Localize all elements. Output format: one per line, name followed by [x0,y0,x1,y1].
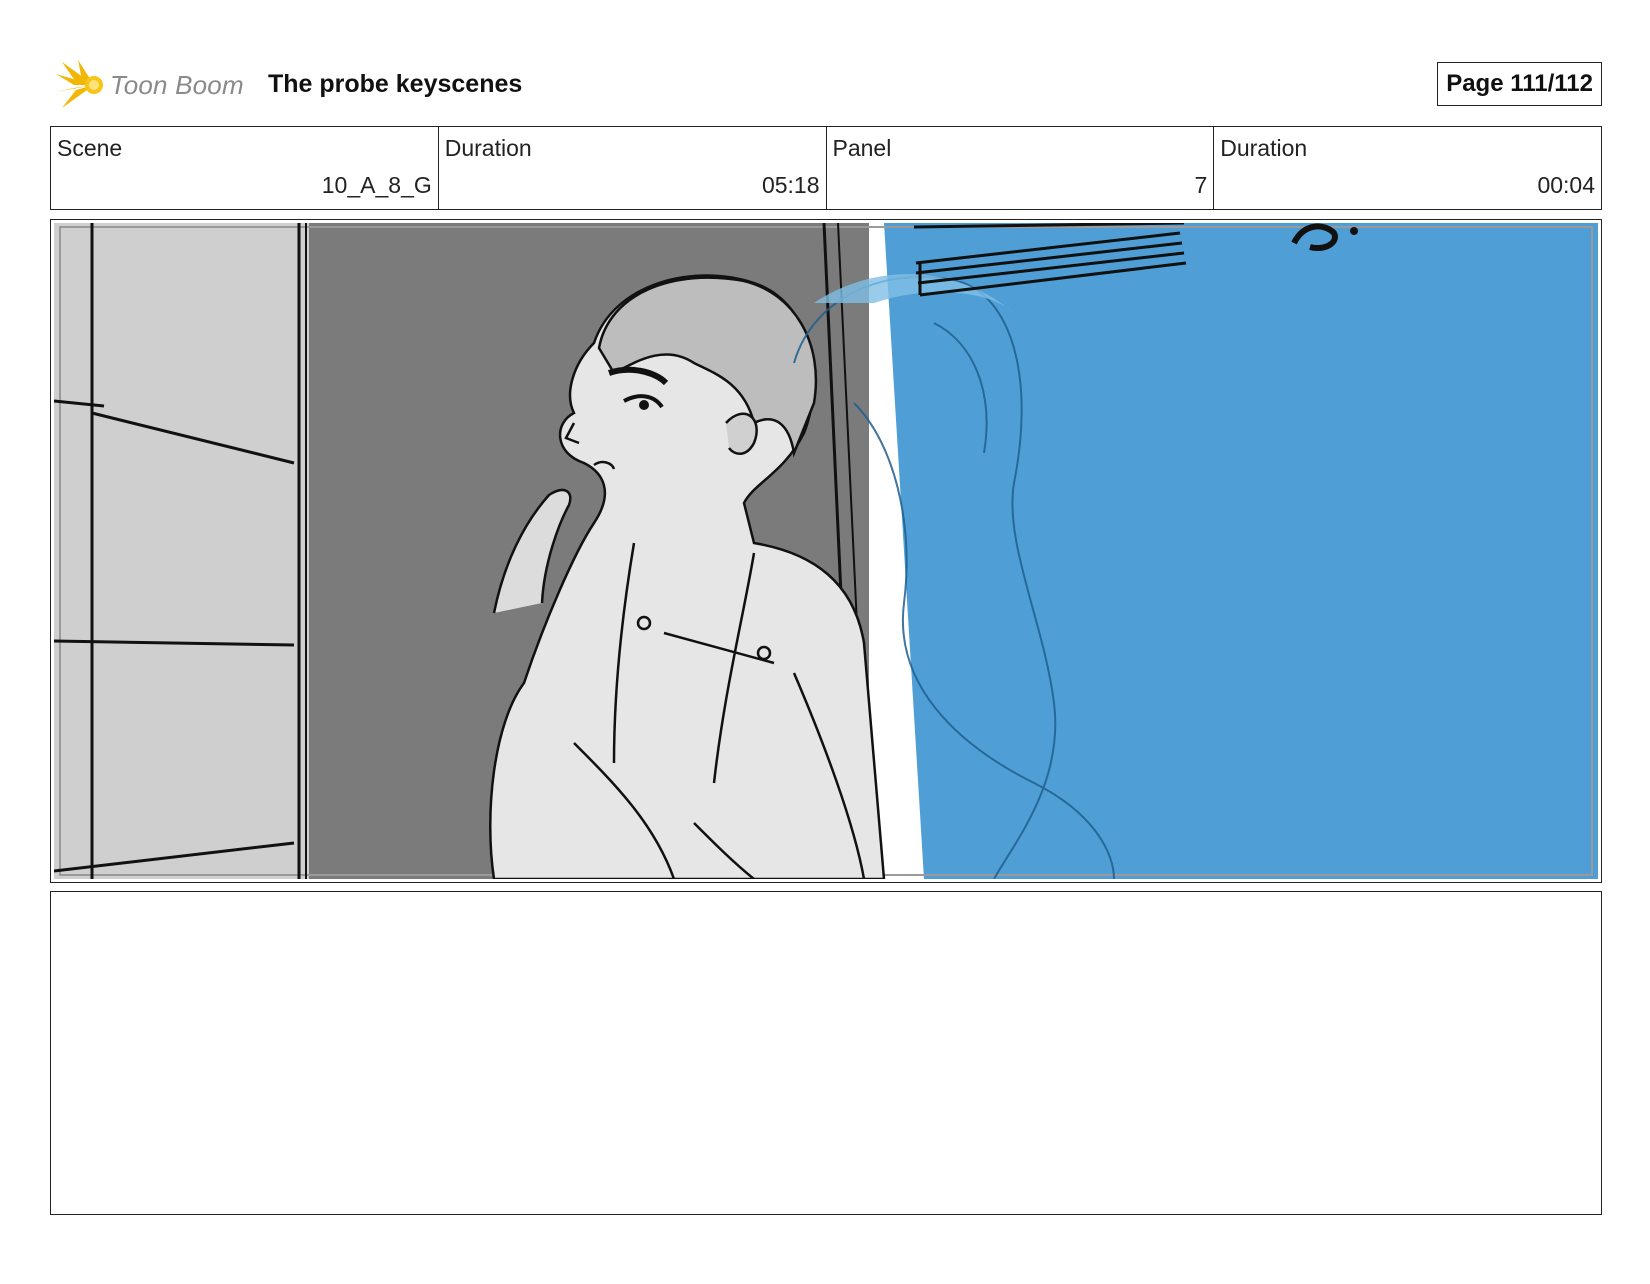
panel-value: 7 [1194,172,1208,198]
panel-duration-label: Duration [1220,135,1308,161]
panel-duration-cell: Duration 00:04 [1214,127,1601,209]
page-indicator: Page 111/112 [1437,62,1602,106]
panel-cell: Panel 7 [827,127,1215,209]
storyboard-sketch [54,223,1598,879]
panel-label: Panel [832,135,892,161]
logo-wordmark: Toon Boom [110,70,244,100]
toon-boom-logo: Toon Boom [54,56,254,114]
project-title: The probe keyscenes [268,70,523,98]
panel-duration-value: 00:04 [1537,172,1595,198]
scene-label: Scene [57,135,123,161]
storyboard-panel [50,219,1602,883]
scene-duration-value: 05:18 [761,172,820,198]
toon-boom-sunburst-icon [56,60,103,108]
scene-duration-cell: Duration 05:18 [439,127,827,209]
scene-info-table: Scene 10_A_8_G Duration 05:18 Panel 7 Du… [50,126,1602,210]
scene-value: 10_A_8_G [321,172,432,198]
foreground-figure-area [884,223,1598,879]
scene-duration-label: Duration [444,135,532,161]
scene-cell: Scene 10_A_8_G [51,127,439,209]
panel-notes [50,891,1602,1215]
page-header: Toon Boom The probe keyscenes Page 111/1… [50,56,1602,114]
